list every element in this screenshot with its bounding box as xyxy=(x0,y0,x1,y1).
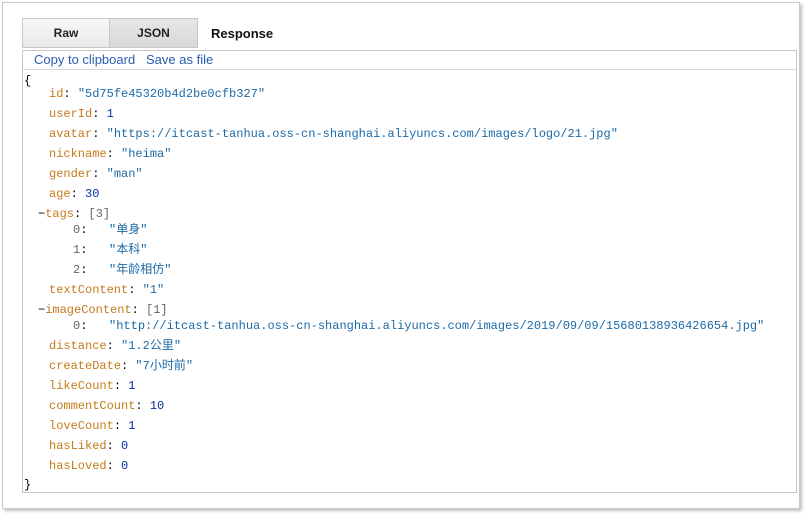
json-value: "heima" xyxy=(121,147,172,161)
json-array-item: 0: "单身" xyxy=(73,223,148,237)
json-key: tags xyxy=(45,207,75,221)
json-key: createDate xyxy=(49,359,122,373)
json-row-nickname: nickname: "heima" xyxy=(49,147,172,161)
json-key: userId xyxy=(49,107,93,121)
json-value: 1 xyxy=(128,419,136,433)
json-key: distance xyxy=(49,339,107,353)
json-value: "1" xyxy=(142,283,165,297)
json-row-id: id: "5d75fe45320b4d2be0cfb327" xyxy=(49,87,266,101)
json-key: gender xyxy=(49,167,93,181)
response-window: Raw JSON Response Copy to clipboard Save… xyxy=(2,2,800,509)
json-row-avatar: avatar: "https://itcast-tanhua.oss-cn-sh… xyxy=(49,127,618,141)
json-key: imageContent xyxy=(45,303,132,317)
json-key: likeCount xyxy=(49,379,114,393)
json-row-textContent: textContent: "1" xyxy=(49,283,165,297)
json-value: 10 xyxy=(149,399,165,413)
json-key: avatar xyxy=(49,127,93,141)
json-key: hasLoved xyxy=(49,459,107,473)
json-row-gender: gender: "man" xyxy=(49,167,143,181)
json-value: 1 xyxy=(106,107,114,121)
json-row-likeCount: likeCount: 1 xyxy=(49,379,136,393)
json-value: 30 xyxy=(85,187,100,201)
json-row-hasLoved: hasLoved: 0 xyxy=(49,459,129,473)
json-row-commentCount: commentCount: 10 xyxy=(49,399,165,413)
json-array-item: 1: "本科" xyxy=(73,243,148,257)
json-value: 0 xyxy=(121,459,129,473)
json-key: textContent xyxy=(49,283,129,297)
json-array-count: [3] xyxy=(88,207,111,221)
copy-to-clipboard-link[interactable]: Copy to clipboard xyxy=(34,51,135,69)
json-value: "7小时前" xyxy=(135,359,194,373)
json-row-loveCount: loveCount: 1 xyxy=(49,419,136,433)
json-array-count: [1] xyxy=(146,303,168,317)
json-key: nickname xyxy=(49,147,107,161)
json-key: loveCount xyxy=(49,419,114,433)
json-key: age xyxy=(49,187,71,201)
action-bar: Copy to clipboard Save as file xyxy=(23,51,796,70)
json-array-item: 0: "http://itcast-tanhua.oss-cn-shanghai… xyxy=(73,319,765,333)
json-key: commentCount xyxy=(49,399,136,413)
json-open-brace: { xyxy=(24,74,32,88)
json-value: 0 xyxy=(121,439,129,453)
json-key: hasLiked xyxy=(49,439,107,453)
tab-json[interactable]: JSON xyxy=(110,18,198,48)
json-array-item: 2: "年龄相仿" xyxy=(73,263,172,277)
json-close-brace: } xyxy=(24,478,32,492)
json-panel: Copy to clipboard Save as file { id: "5d… xyxy=(22,50,797,493)
tab-raw[interactable]: Raw xyxy=(22,18,110,48)
json-key: id xyxy=(49,87,64,101)
json-row-distance: distance: "1.2公里" xyxy=(49,339,182,353)
json-row-hasLiked: hasLiked: 0 xyxy=(49,439,129,453)
json-row-userId: userId: 1 xyxy=(49,107,114,121)
json-value: "5d75fe45320b4d2be0cfb327" xyxy=(77,87,266,101)
save-as-file-link[interactable]: Save as file xyxy=(146,51,213,69)
json-row-age: age: 30 xyxy=(49,187,100,201)
json-value: "man" xyxy=(106,167,143,181)
json-value: 1 xyxy=(128,379,136,393)
json-row-createDate: createDate: "7小时前" xyxy=(49,359,194,373)
view-tabs: Raw JSON Response xyxy=(22,18,273,48)
json-value: "1.2公里" xyxy=(121,339,182,353)
json-value: "https://itcast-tanhua.oss-cn-shanghai.a… xyxy=(106,127,618,141)
section-title: Response xyxy=(211,25,274,41)
